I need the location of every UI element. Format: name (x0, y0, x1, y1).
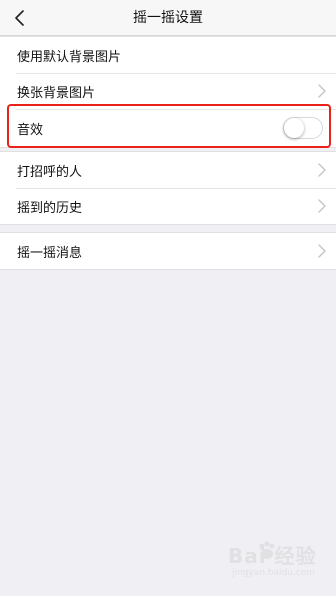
baidu-watermark: Bai 经验 jingyan.baidu.com (196, 540, 324, 588)
navigation-bar: 摇一摇设置 (0, 0, 336, 36)
shake-messages-label: 摇一摇消息 (17, 245, 83, 261)
settings-group-people: 打招呼的人 摇到的历史 (0, 151, 336, 225)
greeted-people-row[interactable]: 打招呼的人 (0, 152, 336, 188)
chevron-right-icon (318, 163, 326, 177)
paw-icon (259, 541, 275, 559)
chevron-right-icon (318, 84, 326, 98)
chevron-right-icon (318, 244, 326, 258)
change-background-label: 换张背景图片 (17, 85, 96, 101)
shake-messages-row[interactable]: 摇一摇消息 (0, 233, 336, 269)
default-background-label: 使用默认背景图片 (17, 49, 122, 65)
watermark-url: jingyan.baidu.com (232, 568, 316, 578)
settings-group-messages: 摇一摇消息 (0, 232, 336, 270)
chevron-right-icon (318, 199, 326, 213)
shake-history-label: 摇到的历史 (17, 200, 83, 216)
page-title: 摇一摇设置 (133, 10, 203, 26)
shake-history-row[interactable]: 摇到的历史 (0, 188, 336, 224)
default-background-row[interactable]: 使用默认背景图片 (0, 37, 336, 73)
highlight-annotation (7, 104, 331, 148)
greeted-people-label: 打招呼的人 (17, 164, 83, 180)
